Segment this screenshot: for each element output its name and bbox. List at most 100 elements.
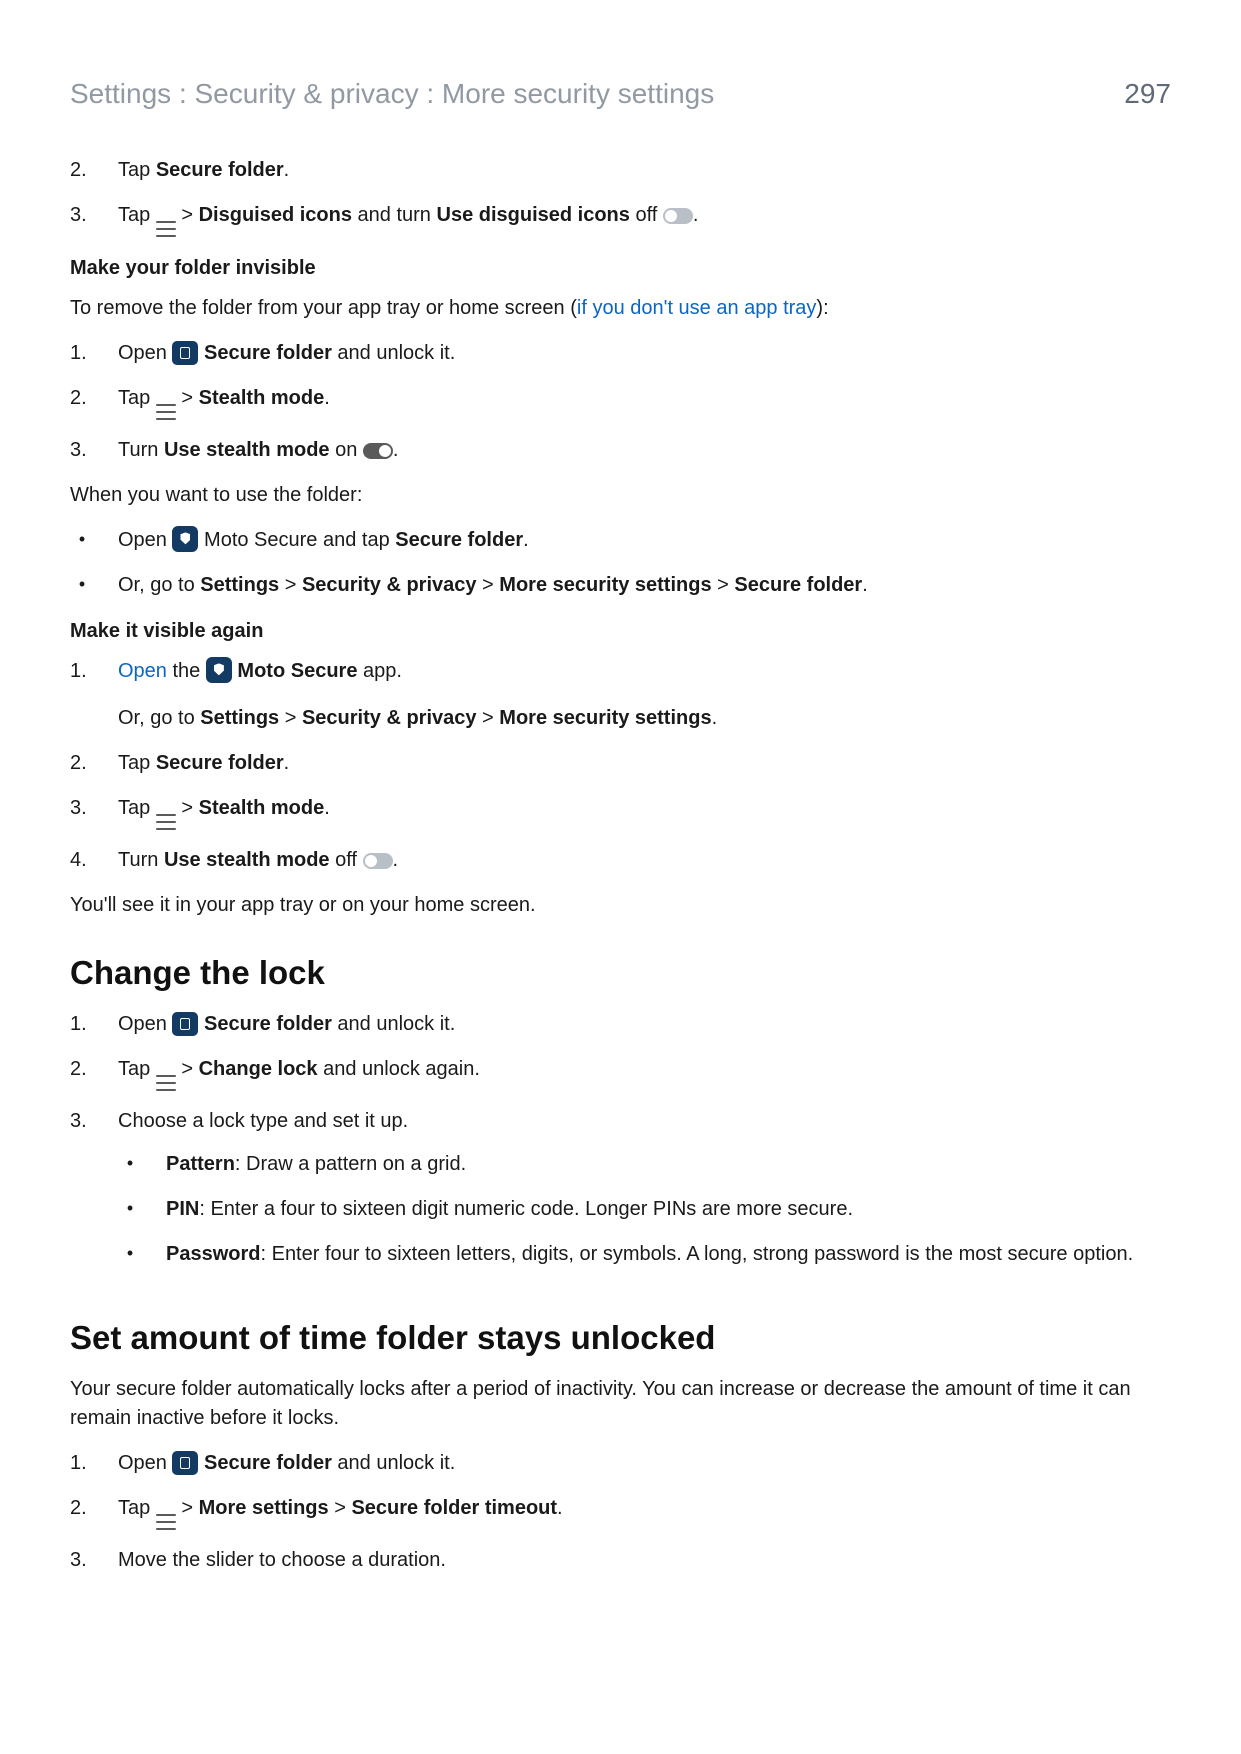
moto-secure-icon — [172, 526, 198, 552]
list-item: Password: Enter four to sixteen letters,… — [118, 1240, 1171, 1269]
step-item: 3. Tap > Stealth mode. — [70, 794, 1171, 830]
paragraph: When you want to use the folder: — [70, 481, 1171, 510]
text-bold: Secure folder — [734, 574, 862, 596]
menu-icon — [156, 1075, 176, 1091]
section-timeout: Set amount of time folder stays unlocked — [70, 1319, 1171, 1357]
text: > — [176, 1497, 199, 1519]
text: Open — [118, 529, 172, 551]
text: > — [477, 574, 500, 596]
text: on — [330, 439, 363, 461]
text: To remove the folder from your app tray … — [70, 297, 577, 319]
step-number: 2. — [70, 749, 94, 778]
text-bold: Disguised icons — [199, 204, 352, 226]
text-bold: Stealth mode — [199, 797, 325, 819]
text: Tap — [118, 204, 156, 226]
list-item: Pattern: Draw a pattern on a grid. — [118, 1150, 1171, 1179]
text: Open — [118, 1452, 172, 1474]
text-bold: Password — [166, 1243, 260, 1265]
text: Turn — [118, 439, 164, 461]
steps-changelock: 1. Open Secure folder and unlock it. 2. … — [70, 1010, 1171, 1285]
text-bold: Secure folder timeout — [351, 1497, 557, 1519]
menu-icon — [156, 814, 176, 830]
text: > — [279, 707, 302, 729]
text: and unlock it. — [332, 342, 455, 364]
step-number: 3. — [70, 436, 94, 465]
text: Or, go to — [118, 707, 200, 729]
subheading-invisible: Make your folder invisible — [70, 257, 1171, 280]
step-item: 2. Tap Secure folder. — [70, 749, 1171, 778]
list-item: PIN: Enter a four to sixteen digit numer… — [118, 1195, 1171, 1224]
text: > — [477, 707, 500, 729]
secure-folder-icon — [172, 1451, 198, 1475]
text: : Enter a four to sixteen digit numeric … — [199, 1198, 853, 1220]
text-bold: Secure folder — [395, 529, 523, 551]
text: . — [393, 849, 399, 871]
text: > — [329, 1497, 352, 1519]
text: . — [393, 439, 399, 461]
text-bold: Moto Secure — [237, 660, 357, 682]
steps-visible: 1. Open the Moto Secure app. Or, go to S… — [70, 657, 1171, 875]
text: app. — [357, 660, 401, 682]
step-item: 1. Open Secure folder and unlock it. — [70, 1010, 1171, 1039]
text: . — [523, 529, 529, 551]
step-item: 1. Open Secure folder and unlock it. — [70, 339, 1171, 368]
text-bold: More settings — [199, 1497, 329, 1519]
menu-icon — [156, 1514, 176, 1530]
text: : Draw a pattern on a grid. — [235, 1153, 466, 1175]
text: off — [330, 849, 363, 871]
text: . — [862, 574, 868, 596]
text-bold: Secure folder — [204, 342, 332, 364]
text: . — [693, 204, 699, 226]
text: > — [176, 387, 199, 409]
text-bold: Change lock — [199, 1058, 318, 1080]
page-number: 297 — [1124, 78, 1171, 110]
secure-folder-icon — [172, 341, 198, 365]
step-item: 3. Move the slider to choose a duration. — [70, 1546, 1171, 1575]
subheading-visible: Make it visible again — [70, 620, 1171, 643]
step-number: 3. — [70, 794, 94, 830]
menu-icon — [156, 221, 176, 237]
step-item: 4. Turn Use stealth mode off . — [70, 846, 1171, 875]
text: Or, go to — [118, 574, 200, 596]
text: > — [176, 797, 199, 819]
text: off — [630, 204, 663, 226]
paragraph: Your secure folder automatically locks a… — [70, 1375, 1171, 1433]
text-bold: Pattern — [166, 1153, 235, 1175]
toggle-off-icon — [663, 208, 693, 224]
text: . — [557, 1497, 563, 1519]
text-bold: Secure folder — [204, 1013, 332, 1035]
step-number: 1. — [70, 1449, 94, 1478]
text-bold: More security settings — [499, 707, 711, 729]
text: Open — [118, 342, 172, 364]
lock-type-list: Pattern: Draw a pattern on a grid. PIN: … — [118, 1150, 1171, 1269]
secure-folder-icon — [172, 1012, 198, 1036]
step-number: 3. — [70, 1107, 94, 1285]
text: > — [176, 204, 199, 226]
text: . — [284, 752, 290, 774]
toggle-on-icon — [363, 443, 393, 459]
step-item: 1. Open Secure folder and unlock it. — [70, 1449, 1171, 1478]
step-item: 2. Tap > More settings > Secure folder t… — [70, 1494, 1171, 1530]
text-bold: Use stealth mode — [164, 849, 330, 871]
toggle-off-icon — [363, 853, 393, 869]
link-text[interactable]: Open — [118, 660, 167, 682]
text: . — [324, 387, 330, 409]
step-item: 2. Tap > Change lock and unlock again. — [70, 1055, 1171, 1091]
steps-invisible: 1. Open Secure folder and unlock it. 2. … — [70, 339, 1171, 465]
moto-secure-icon — [206, 657, 232, 683]
text: and unlock it. — [332, 1452, 455, 1474]
text: and unlock it. — [332, 1013, 455, 1035]
text: Turn — [118, 849, 164, 871]
text: > — [279, 574, 302, 596]
section-change-lock: Change the lock — [70, 954, 1171, 992]
step-item: 3. Tap > Disguised icons and turn Use di… — [70, 201, 1171, 237]
text: Moto Secure and tap — [198, 529, 395, 551]
steps-disguised: 2. Tap Secure folder. 3. Tap > Disguised… — [70, 156, 1171, 237]
text-bold: More security settings — [499, 574, 711, 596]
link-text[interactable]: if you don't use an app tray — [577, 297, 817, 319]
step-number: 2. — [70, 156, 94, 185]
document-page: Settings : Security & privacy : More sec… — [0, 0, 1241, 1754]
list-item: Open Moto Secure and tap Secure folder. — [70, 526, 1171, 555]
step-item: 1. Open the Moto Secure app. Or, go to S… — [70, 657, 1171, 733]
text: Tap — [118, 1058, 156, 1080]
